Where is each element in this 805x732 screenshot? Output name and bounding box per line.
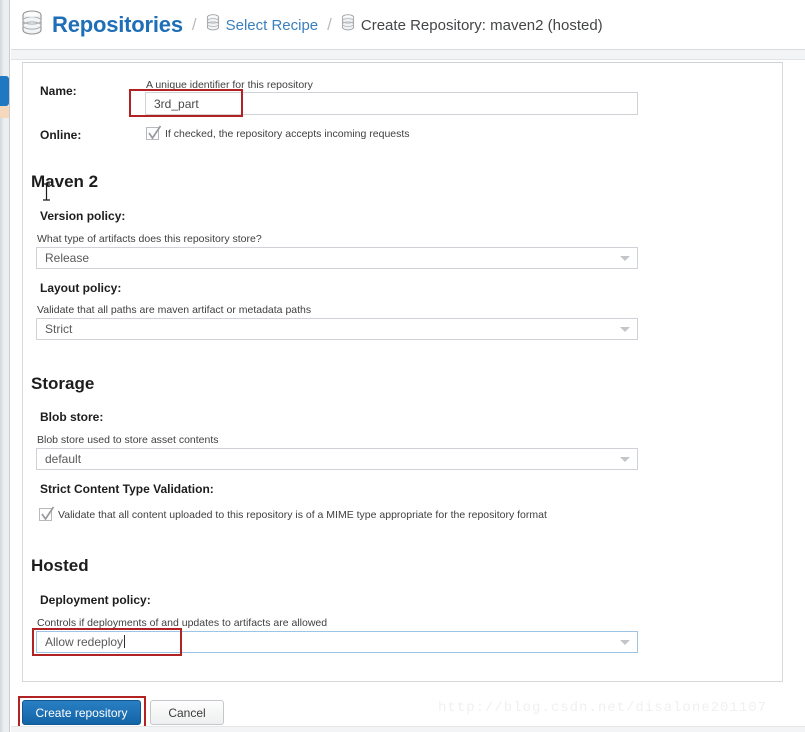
checkbox-checked-icon[interactable] — [146, 125, 162, 140]
breadcrumb-separator-2: / — [327, 15, 332, 34]
cancel-button[interactable]: Cancel — [150, 700, 224, 725]
sidebar-toggle-handle[interactable] — [0, 76, 9, 106]
breadcrumb: Repositories / Select Recipe / Create Re… — [11, 0, 805, 50]
database-icon — [206, 14, 220, 36]
chevron-down-icon[interactable] — [620, 640, 630, 645]
database-icon — [21, 9, 43, 41]
strict-content-type-checkbox-label: Validate that all content uploaded to th… — [58, 508, 547, 521]
header-band — [11, 50, 805, 60]
chevron-down-icon[interactable] — [620, 256, 630, 261]
blob-store-value: default — [45, 452, 82, 466]
blob-store-label: Blob store: — [40, 410, 104, 424]
deployment-policy-help: Controls if deployments of and updates t… — [37, 617, 328, 629]
breadcrumb-link-label: Select Recipe — [225, 16, 319, 34]
blob-store-help: Blob store used to store asset contents — [37, 434, 219, 446]
section-heading-hosted: Hosted — [31, 556, 89, 575]
strict-content-type-label: Strict Content Type Validation: — [40, 482, 214, 496]
section-heading-storage: Storage — [31, 374, 95, 393]
breadcrumb-item-select-recipe[interactable]: Select Recipe — [206, 14, 319, 36]
layout-policy-help: Validate that all paths are maven artifa… — [37, 304, 312, 316]
text-caret — [124, 635, 126, 648]
breadcrumb-current-label: Create Repository: maven2 (hosted) — [360, 16, 603, 34]
online-field-label: Online: — [40, 128, 82, 142]
deployment-policy-value: Allow redeploy — [45, 635, 124, 649]
bottom-strip — [11, 726, 805, 732]
watermark-text: http://blog.csdn.net/disalone201107 — [438, 700, 768, 716]
database-icon — [341, 14, 355, 36]
blob-store-select[interactable]: default — [36, 448, 638, 470]
layout-policy-label: Layout policy: — [40, 281, 122, 295]
version-policy-select[interactable]: Release — [36, 247, 638, 269]
version-policy-value: Release — [45, 251, 90, 265]
layout-policy-value: Strict — [45, 322, 73, 336]
strict-content-type-checkbox-row[interactable]: Validate that all content uploaded to th… — [39, 506, 547, 521]
version-policy-help: What type of artifacts does this reposit… — [37, 233, 262, 245]
version-policy-label: Version policy: — [40, 209, 126, 223]
text-cursor-ibeam — [42, 183, 51, 201]
create-repository-form-panel — [22, 62, 783, 682]
breadcrumb-item-create-repository: Create Repository: maven2 (hosted) — [341, 14, 603, 36]
name-field-help: A unique identifier for this repository — [146, 79, 313, 91]
layout-policy-select[interactable]: Strict — [36, 318, 638, 340]
create-repository-button[interactable]: Create repository — [22, 700, 141, 725]
chevron-down-icon[interactable] — [620, 457, 630, 462]
name-input[interactable] — [145, 92, 638, 115]
checkbox-checked-icon[interactable] — [39, 506, 55, 521]
name-field-label: Name: — [40, 84, 77, 98]
page-title: Repositories — [52, 12, 183, 37]
deployment-policy-label: Deployment policy: — [40, 593, 151, 607]
online-checkbox-row[interactable]: If checked, the repository accepts incom… — [146, 125, 410, 140]
sidebar-handle-accent — [0, 106, 9, 118]
chevron-down-icon[interactable] — [620, 327, 630, 332]
online-checkbox-label: If checked, the repository accepts incom… — [165, 127, 410, 140]
deployment-policy-select[interactable]: Allow redeploy — [36, 631, 638, 653]
breadcrumb-separator-1: / — [191, 15, 197, 34]
